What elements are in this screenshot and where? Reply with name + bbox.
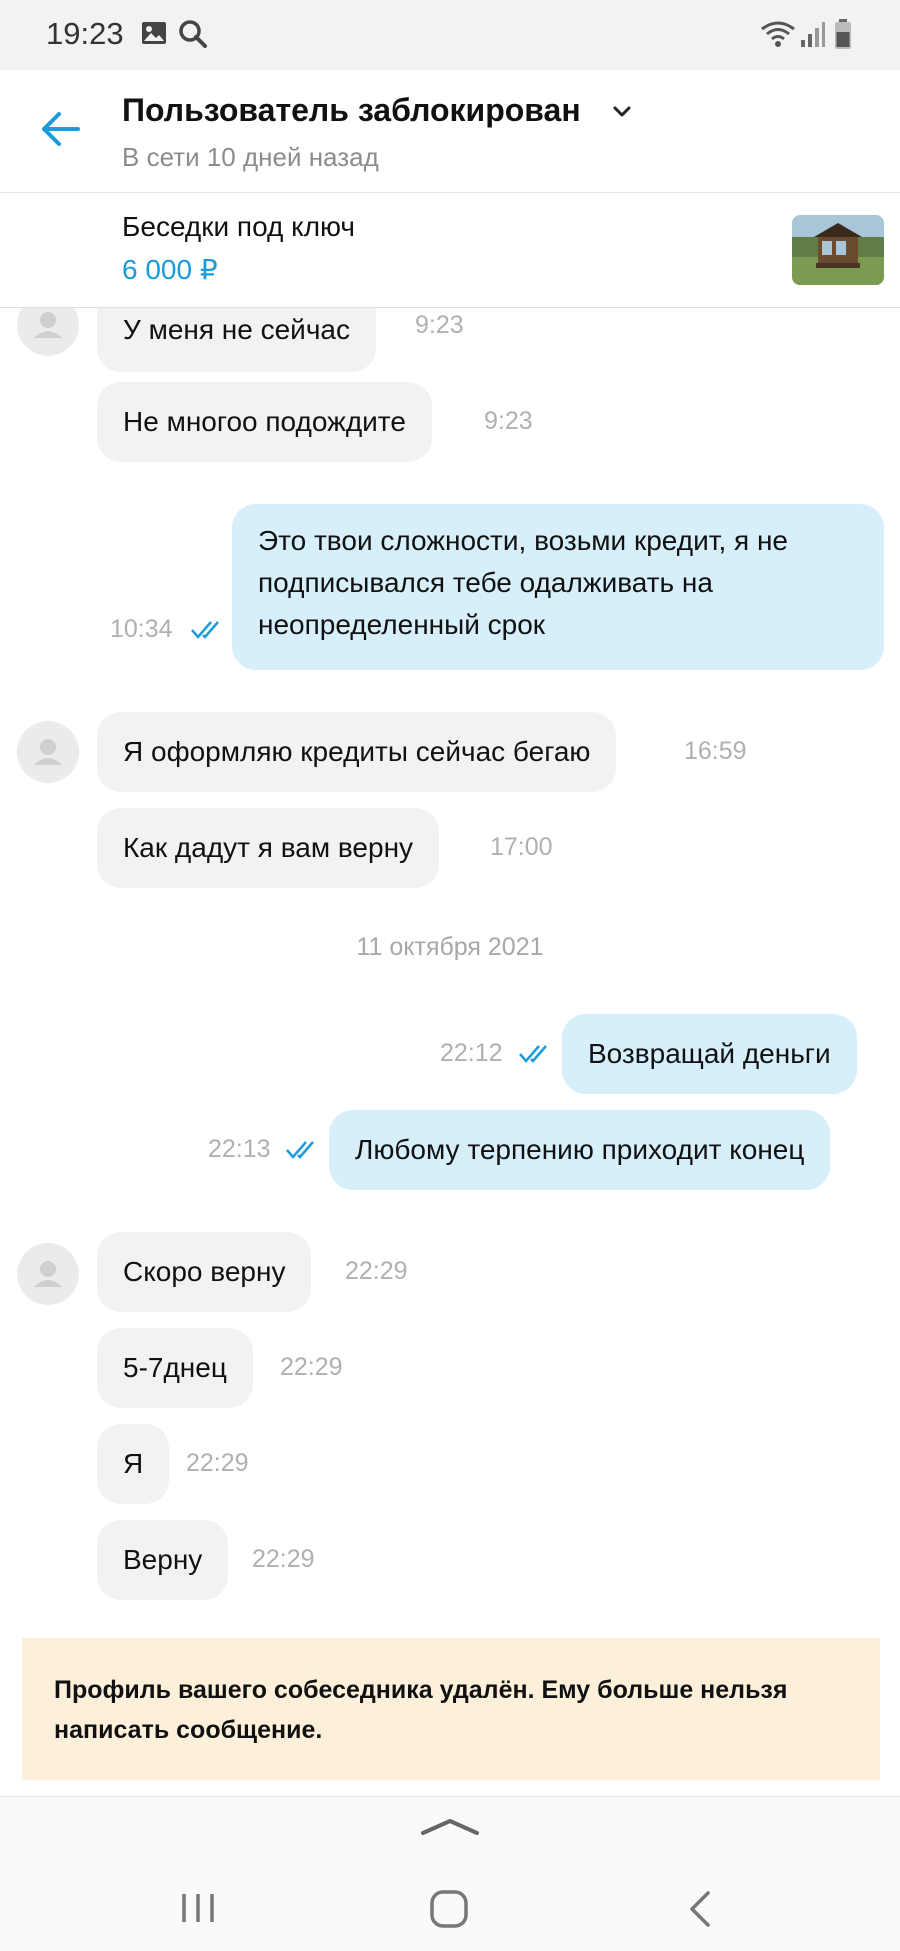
back-arrow-icon[interactable] — [40, 108, 82, 150]
listing-title: Беседки под ключ — [122, 211, 356, 242]
listing-thumbnail-image[interactable] — [792, 215, 884, 285]
message-bubble[interactable]: Это твои сложности, возьми кредит, я не … — [232, 504, 884, 670]
message-time: 22:13 — [208, 1135, 271, 1163]
date-separator: 11 октября 2021 — [356, 933, 544, 961]
message-time: 9:23 — [415, 311, 464, 339]
message-list[interactable]: У меня не сейчас 9:23 Не многоо подождит… — [0, 308, 900, 1638]
home-icon[interactable] — [429, 1889, 469, 1934]
message-time: 9:23 — [484, 407, 533, 435]
notice-line: Профиль вашего собеседника удалён. Ему б… — [54, 1676, 788, 1704]
read-ticks-icon — [191, 620, 225, 645]
avatar[interactable] — [17, 721, 79, 783]
message-bubble[interactable]: Я — [97, 1424, 170, 1504]
message-time: 17:00 — [490, 833, 553, 861]
message-bubble[interactable]: У меня не сейчас — [97, 308, 376, 372]
recent-apps-icon[interactable] — [180, 1891, 216, 1930]
read-ticks-icon — [286, 1140, 320, 1165]
last-seen-status: В сети 10 дней назад — [122, 142, 379, 172]
message-bubble[interactable]: Верну — [97, 1520, 229, 1600]
message-bubble[interactable]: 5-7днец — [97, 1328, 253, 1408]
gallery-icon — [141, 21, 167, 50]
listing-price: 6 000 ₽ — [122, 254, 218, 285]
message-time: 16:59 — [684, 737, 747, 765]
bottom-panel — [0, 1796, 900, 1951]
status-time: 19:23 — [46, 16, 124, 51]
message-line: подписывался тебе одалживать на — [258, 567, 713, 598]
chevron-down-icon[interactable] — [610, 100, 634, 129]
back-nav-icon[interactable] — [688, 1889, 712, 1934]
message-bubble[interactable]: Не многоо подождите — [97, 382, 432, 462]
message-time: 22:12 — [440, 1039, 503, 1067]
battery-icon — [834, 18, 852, 55]
read-ticks-icon — [519, 1044, 553, 1069]
message-bubble[interactable]: Я оформляю кредиты сейчас бегаю — [97, 712, 617, 792]
avatar[interactable] — [17, 308, 79, 356]
message-bubble[interactable]: Возвращай деньги — [562, 1014, 857, 1094]
expand-handle-icon[interactable] — [421, 1815, 479, 1842]
message-bubble[interactable]: Любому терпению приходит конец — [329, 1110, 831, 1190]
search-icon — [178, 19, 208, 54]
notice-line: написать сообщение. — [54, 1716, 323, 1744]
message-time: 22:29 — [345, 1257, 408, 1285]
message-line: Это твои сложности, возьми кредит, я не — [258, 525, 788, 556]
chat-header: Пользователь заблокирован В сети 10 дней… — [0, 70, 900, 193]
message-bubble[interactable]: Скоро верну — [97, 1232, 312, 1312]
message-time: 22:29 — [280, 1353, 343, 1381]
message-bubble[interactable]: Как дадут я вам верну — [97, 808, 440, 888]
signal-icon — [800, 20, 826, 53]
status-bar: 19:23 — [0, 0, 900, 70]
message-time: 10:34 — [110, 615, 173, 643]
message-time: 22:29 — [252, 1545, 315, 1573]
wifi-icon — [760, 20, 796, 53]
listing-bar[interactable]: Беседки под ключ 6 000 ₽ — [0, 193, 900, 308]
message-line: неопределенный срок — [258, 609, 546, 640]
message-time: 22:29 — [186, 1449, 249, 1477]
avatar[interactable] — [17, 1243, 79, 1305]
profile-deleted-notice: Профиль вашего собеседника удалён. Ему б… — [22, 1638, 880, 1780]
chat-title[interactable]: Пользователь заблокирован — [122, 92, 581, 129]
